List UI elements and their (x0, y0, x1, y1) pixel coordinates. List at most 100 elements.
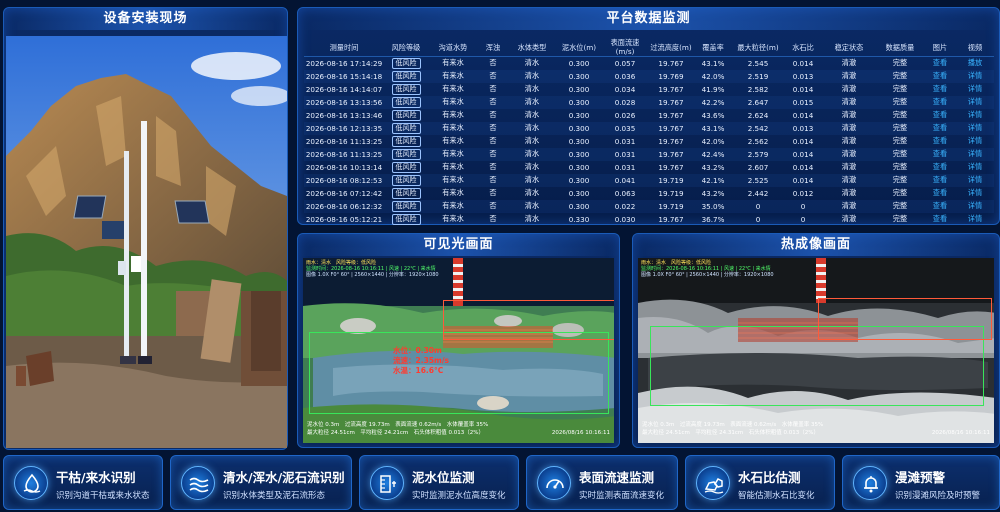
table-cell: 查看 (924, 213, 956, 226)
table-cell: 0.036 (614, 71, 636, 81)
table-cell: 否 (489, 175, 497, 184)
table-cell: 19.767 (658, 123, 684, 133)
view-image-link[interactable]: 查看 (933, 201, 947, 210)
table-cell: 0.330 (568, 214, 590, 224)
table-body: 2026-08-16 17:14:29 低风险 有来水否清水 0.300 0.057 19… (304, 57, 994, 226)
thermal-foot-line1: 泥水位 0.3m 过流高度 19.73m 表面流速 0.62m/s 水体覆盖率 … (642, 422, 824, 428)
table-cell: 查看 (924, 83, 956, 96)
view-video-link[interactable]: 详情 (968, 84, 982, 93)
feature-desc: 识别沟道干枯或来水状态 (56, 491, 150, 501)
table-cell: 查看 (924, 122, 956, 135)
table-cell: 0.014 (792, 58, 814, 68)
column-header: 沟道水势 (428, 38, 478, 57)
view-video-link[interactable]: 详情 (968, 214, 982, 223)
site-panel-title: 设备安装现场 (4, 8, 287, 30)
view-image-link[interactable]: 查看 (933, 214, 947, 223)
monitor-panel: 平台数据监测 测量时间 风险等级 沟道水势 浑浊 水体类型 泥水位(m) 表面流速(m/s)… (297, 7, 1000, 225)
column-header: 过流高度(m) (648, 38, 694, 57)
table-cell: 查看 (924, 57, 956, 70)
view-video-link[interactable]: 详情 (968, 97, 982, 106)
view-image-link[interactable]: 查看 (933, 110, 947, 119)
table-cell: 低风险 (384, 122, 428, 135)
view-video-link[interactable]: 详情 (968, 188, 982, 197)
table-cell: 0.014 (792, 162, 814, 172)
feature-dry-water[interactable]: 干枯/来水识别 识别沟道干枯或来水状态 (3, 455, 163, 510)
table-cell: 完整 (892, 110, 908, 119)
view-video-link[interactable]: 播放 (968, 58, 982, 67)
view-video-link[interactable]: 详情 (968, 123, 982, 132)
visible-camera-view[interactable]: 雨水：清水 风险等级：低风险 监测时间：2026-08-16 10:16:11 … (303, 258, 614, 443)
view-image-link[interactable]: 查看 (933, 188, 947, 197)
alarm-bell-icon (853, 466, 887, 500)
feature-desc: 智能估测水石比变化 (738, 491, 815, 501)
view-image-link[interactable]: 查看 (933, 58, 947, 67)
view-image-link[interactable]: 查看 (933, 71, 947, 80)
view-image-link[interactable]: 查看 (933, 97, 947, 106)
table-cell: 0.014 (792, 175, 814, 185)
view-video-link[interactable]: 详情 (968, 136, 982, 145)
table-cell: 0.041 (614, 175, 636, 185)
table-cell: 0.013 (792, 71, 814, 81)
table-cell: 2026-08-16 10:13:14 (305, 162, 383, 172)
column-header: 泥水位(m) (556, 38, 602, 57)
view-image-link[interactable]: 查看 (933, 162, 947, 171)
feature-title: 清水/浑水/泥石流识别 (223, 470, 345, 485)
table-cell: 2.525 (747, 175, 769, 185)
view-video-link[interactable]: 详情 (968, 149, 982, 158)
table-cell: 19.767 (658, 84, 684, 94)
view-image-link[interactable]: 查看 (933, 175, 947, 184)
table-cell: 0.028 (614, 97, 636, 107)
view-image-link[interactable]: 查看 (933, 123, 947, 132)
table-cell: 查看 (924, 148, 956, 161)
thermal-osd: 雨水：清水 风险等级：低风险 监测时间：2026-08-16 10:16:11 … (641, 260, 774, 278)
view-image-link[interactable]: 查看 (933, 136, 947, 145)
view-video-link[interactable]: 详情 (968, 175, 982, 184)
water-gauge-icon (370, 466, 404, 500)
view-image-link[interactable]: 查看 (933, 149, 947, 158)
risk-badge: 低风险 (391, 187, 421, 199)
table-cell: 详情 (956, 83, 994, 96)
table-cell: 0.015 (792, 97, 814, 107)
table-cell: 否 (489, 58, 497, 68)
table-cell: 0.300 (568, 136, 590, 146)
feature-flow-speed[interactable]: 表面流速监测 实时监测表面流速变化 (526, 455, 678, 510)
feature-desc: 识别漫滩风险及时预警 (895, 491, 981, 501)
feature-water-type[interactable]: 清水/浑水/泥石流识别 识别水体类型及泥石流形态 (170, 455, 352, 510)
feature-water-rock-ratio[interactable]: 水石比估测 智能估测水石比变化 (685, 455, 835, 510)
view-video-link[interactable]: 详情 (968, 110, 982, 119)
table-row: 2026-08-16 14:14:07 低风险 有来水 否 清水 0.300 0.034 19… (304, 83, 994, 96)
table-cell: 否 (489, 110, 497, 119)
table-cell: 清澈 (841, 201, 857, 210)
feature-overflow-warning[interactable]: 漫滩预警 识别漫滩风险及时预警 (842, 455, 1000, 510)
table-cell: 有来水 (442, 175, 464, 184)
detection-box-inner (443, 300, 614, 340)
column-header: 数据质量 (876, 38, 924, 57)
view-video-link[interactable]: 详情 (968, 162, 982, 171)
view-image-link[interactable]: 查看 (933, 84, 947, 93)
table-cell: 2.647 (747, 97, 769, 107)
table-cell: 详情 (956, 135, 994, 148)
table-cell: 35.0% (701, 201, 725, 211)
table-cell: 详情 (956, 122, 994, 135)
table-cell: 清澈 (841, 136, 857, 145)
visible-camera-panel: 可见光画面 雨水：清水 风险等级：低风险 监测时间：2026-08-16 10:… (297, 233, 620, 448)
table-cell: 19.767 (658, 58, 684, 68)
feature-mud-level[interactable]: 泥水位监测 实时监测泥水位高度变化 (359, 455, 519, 510)
table-cell: 2026-08-16 14:14:07 (305, 84, 383, 94)
table-cell: 2026-08-16 13:13:46 (305, 110, 383, 120)
table-cell: 低风险 (384, 135, 428, 148)
column-header: 视频 (956, 38, 994, 57)
view-video-link[interactable]: 详情 (968, 201, 982, 210)
table-row: 2026-08-16 11:13:25 低风险 有来水 否 清水 0.300 0.031 19… (304, 147, 994, 161)
view-video-link[interactable]: 详情 (968, 71, 982, 80)
table-cell: 43.1% (701, 58, 725, 68)
monitor-panel-title: 平台数据监测 (298, 8, 999, 30)
table-cell: 清澈 (841, 97, 857, 106)
thermal-panel-title: 热成像画面 (633, 234, 999, 256)
thermal-camera-view[interactable]: 雨水：清水 风险等级：低风险 监测时间：2026-08-16 10:16:11 … (638, 258, 994, 443)
table-cell: 完整 (892, 214, 908, 223)
wave-icon (181, 466, 215, 500)
table-cell: 2.582 (747, 84, 769, 94)
rocks-icon (696, 466, 730, 500)
table-cell: 0.300 (568, 97, 590, 107)
